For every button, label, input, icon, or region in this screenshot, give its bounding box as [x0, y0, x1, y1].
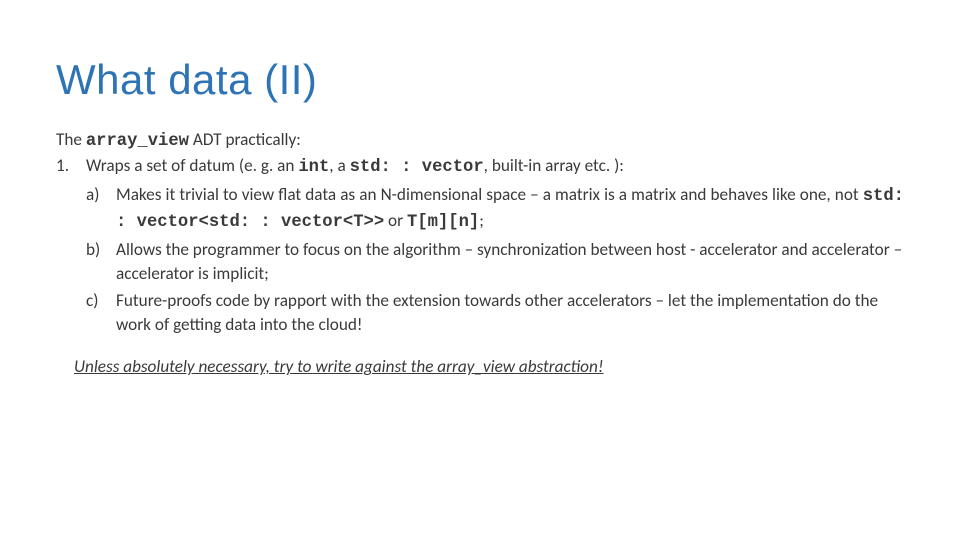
- sub-a-mid: or: [384, 210, 407, 231]
- slide: What data (II) The array_view ADT practi…: [0, 0, 960, 540]
- slide-body: The array_view ADT practically: 1. Wraps…: [56, 128, 904, 380]
- intro-post: ADT practically:: [189, 129, 301, 150]
- item1-pre: Wraps a set of datum (e. g. an: [86, 155, 298, 176]
- sub-item-a: a) Makes it trivial to view flat data as…: [86, 183, 904, 236]
- ordered-list: 1. Wraps a set of datum (e. g. an int, a…: [56, 154, 904, 337]
- sub-item-b: b) Allows the programmer to focus on the…: [86, 238, 904, 287]
- sub-marker: c): [86, 289, 98, 313]
- code-array-view: array_view: [86, 132, 189, 151]
- callout-line: Unless absolutely necessary, try to writ…: [56, 355, 904, 379]
- slide-title: What data (II): [56, 56, 904, 104]
- item1-mid1: , a: [329, 155, 349, 176]
- sub-list: a) Makes it trivial to view flat data as…: [86, 183, 904, 338]
- sub-c-text: Future-proofs code by rapport with the e…: [116, 290, 878, 335]
- intro-line: The array_view ADT practically:: [56, 128, 904, 154]
- code-int: int: [298, 158, 329, 177]
- sub-a-pre: Makes it trivial to view flat data as an…: [116, 184, 863, 205]
- sub-marker: b): [86, 238, 100, 262]
- list-item-1: 1. Wraps a set of datum (e. g. an int, a…: [56, 154, 904, 337]
- intro-pre: The: [56, 129, 86, 150]
- sub-a-post: ;: [479, 210, 484, 231]
- sub-b-text: Allows the programmer to focus on the al…: [116, 239, 902, 284]
- sub-item-c: c) Future-proofs code by rapport with th…: [86, 289, 904, 338]
- code-std-vector: std: : vector: [350, 158, 484, 177]
- list-marker: 1.: [56, 154, 69, 178]
- item1-post: , built-in array etc. ):: [484, 155, 624, 176]
- code-tmn: T[m][n]: [407, 213, 479, 232]
- sub-marker: a): [86, 183, 99, 207]
